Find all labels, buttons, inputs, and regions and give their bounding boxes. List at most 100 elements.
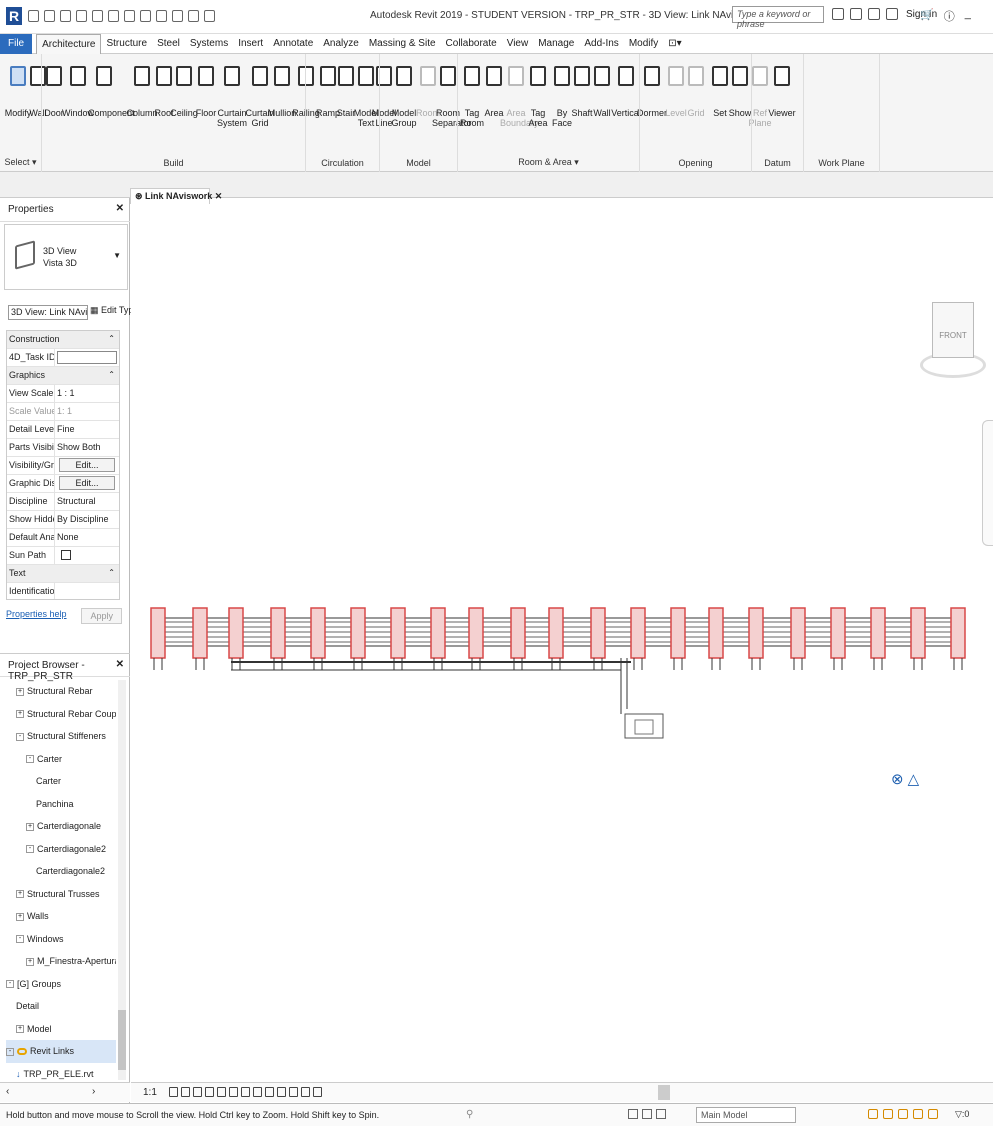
ribbon-group-label[interactable]: Select ▾ — [0, 157, 41, 168]
property-value[interactable]: By Discipline — [55, 511, 119, 528]
expand-icon[interactable]: + — [16, 687, 24, 696]
collapse-icon[interactable]: - — [6, 1047, 14, 1056]
tab-analyze[interactable]: Analyze — [318, 34, 364, 54]
tab-annotate[interactable]: Annotate — [268, 34, 318, 54]
filter-count[interactable]: ▽:0 — [955, 1109, 969, 1120]
tree-item[interactable]: - Revit Links — [6, 1040, 116, 1063]
sun-path-icon[interactable] — [193, 1087, 202, 1097]
tree-item[interactable]: +M_Finestra-Apertura quadrata — [6, 950, 116, 973]
cart-icon[interactable]: 🛒 — [920, 8, 934, 24]
tab-structure[interactable]: Structure — [101, 34, 152, 54]
tab-insert[interactable]: Insert — [233, 34, 268, 54]
select-underlay-icon[interactable] — [883, 1109, 893, 1119]
select-by-face-icon[interactable] — [913, 1109, 923, 1119]
category-label[interactable]: Graphics — [7, 367, 119, 384]
task-id-input[interactable] — [57, 351, 117, 364]
highlight-icon[interactable] — [313, 1087, 322, 1097]
analytical-model-icon[interactable] — [301, 1087, 310, 1097]
tree-item[interactable]: +Structural Rebar Couplers — [6, 703, 116, 726]
collapse-icon[interactable]: - — [26, 755, 34, 764]
collapse-icon[interactable]: ⌃ — [108, 370, 115, 379]
worksharing-icon[interactable] — [289, 1087, 298, 1097]
search-input[interactable]: Type a keyword or phrase — [732, 6, 824, 29]
property-value[interactable]: Show Both — [55, 439, 119, 456]
view-instance-dropdown[interactable]: 3D View: Link NAvisv — [8, 305, 88, 320]
tab-modify[interactable]: Modify — [624, 34, 663, 54]
property-value[interactable] — [55, 349, 119, 366]
workset-icon[interactable] — [642, 1109, 652, 1119]
scrollbar-thumb[interactable] — [118, 1010, 126, 1070]
close-icon[interactable]: ✕ — [215, 191, 223, 201]
sun-path-checkbox[interactable] — [61, 550, 71, 560]
drawing-canvas[interactable] — [131, 204, 993, 1103]
text-icon[interactable] — [140, 10, 151, 22]
property-value[interactable]: None — [55, 529, 119, 546]
sync-icon[interactable] — [60, 10, 71, 22]
section-icon[interactable] — [172, 10, 183, 22]
expand-icon[interactable]: + — [16, 890, 24, 899]
tree-item[interactable]: - Windows — [6, 928, 116, 951]
type-selector[interactable]: 3D View Vista 3D ▼ — [4, 224, 128, 290]
click-drag-icon[interactable]: ⚲ — [466, 1109, 473, 1120]
tree-item[interactable]: + Structural Rebar — [6, 680, 116, 703]
property-value[interactable]: Fine — [55, 421, 119, 438]
expand-icon[interactable]: + — [26, 822, 34, 831]
print-icon[interactable] — [108, 10, 119, 22]
property-value[interactable]: 1 : 1 — [55, 385, 119, 402]
tab-architecture[interactable]: Architecture — [36, 33, 102, 54]
property-value[interactable]: 1: 1 — [55, 403, 119, 420]
close-icon[interactable]: ✕ — [116, 203, 124, 214]
tree-item[interactable]: ↓ TRP_PR_ELE.rvt — [6, 1063, 116, 1081]
reveal-hidden-icon[interactable] — [277, 1087, 286, 1097]
tree-item[interactable]: + Walls — [6, 905, 116, 928]
drag-elements-icon[interactable] — [928, 1109, 938, 1119]
render-icon[interactable] — [217, 1087, 226, 1097]
expand-icon[interactable]: + — [16, 1025, 24, 1034]
redo-icon[interactable] — [92, 10, 103, 22]
tab-steel[interactable]: Steel — [152, 34, 185, 54]
collapse-icon[interactable]: - — [26, 845, 34, 854]
tab-manage[interactable]: Manage — [533, 34, 579, 54]
tab-systems[interactable]: Systems — [185, 34, 233, 54]
tree-item[interactable]: + Carterdiagonale — [6, 815, 116, 838]
viewcube-front-face[interactable]: FRONT — [932, 302, 974, 358]
undo-icon[interactable] — [76, 10, 87, 22]
camera-marker-icon[interactable]: ⊗△ — [891, 770, 923, 788]
temporary-hide-icon[interactable] — [265, 1087, 274, 1097]
tree-item[interactable]: - Carterdiagonale2 — [6, 838, 116, 861]
select-links-icon[interactable] — [868, 1109, 878, 1119]
show-crop-icon[interactable] — [241, 1087, 250, 1097]
save-icon[interactable] — [44, 10, 55, 22]
edit-button[interactable]: Edit... — [59, 476, 115, 490]
property-value[interactable] — [55, 583, 119, 599]
binoculars-icon[interactable] — [832, 8, 844, 20]
measure-icon[interactable] — [124, 10, 135, 22]
collapse-icon[interactable]: - — [16, 935, 24, 944]
collapse-icon[interactable]: - — [6, 980, 14, 989]
category-label[interactable]: Text — [7, 565, 119, 582]
tree-item[interactable]: Carterdiagonale2 — [6, 860, 116, 883]
property-value[interactable]: Structural — [55, 493, 119, 510]
visual-style-icon[interactable] — [181, 1087, 190, 1097]
select-pinned-icon[interactable] — [898, 1109, 908, 1119]
property-value[interactable]: Edit... — [55, 475, 119, 492]
subscription-icon[interactable] — [850, 8, 862, 20]
property-value[interactable]: Edit... — [55, 457, 119, 474]
design-options-icon[interactable] — [656, 1109, 666, 1119]
revit-logo[interactable]: R — [6, 7, 22, 25]
view-tab[interactable]: ⊛ Link NAviswork ✕ — [130, 188, 222, 204]
tree-item[interactable]: Detail — [6, 995, 116, 1018]
edit-button[interactable]: Edit... — [59, 458, 115, 472]
expand-icon[interactable]: + — [16, 710, 24, 719]
tree-item[interactable]: Panchina — [6, 793, 116, 816]
editable-only-icon[interactable] — [628, 1109, 638, 1119]
collapse-icon[interactable]: ⌃ — [108, 334, 115, 343]
expand-icon[interactable]: + — [26, 957, 34, 966]
ribbon-group-label[interactable]: Room & Area ▾ — [458, 157, 639, 168]
close-icon[interactable]: ✕ — [116, 659, 124, 670]
tree-item[interactable]: - Structural Stiffeners — [6, 725, 116, 748]
property-value[interactable] — [55, 547, 119, 564]
chevron-down-icon[interactable]: ▼ — [113, 251, 121, 260]
browser-scrollbar[interactable] — [118, 680, 126, 1080]
thin-lines-icon[interactable] — [188, 10, 199, 22]
